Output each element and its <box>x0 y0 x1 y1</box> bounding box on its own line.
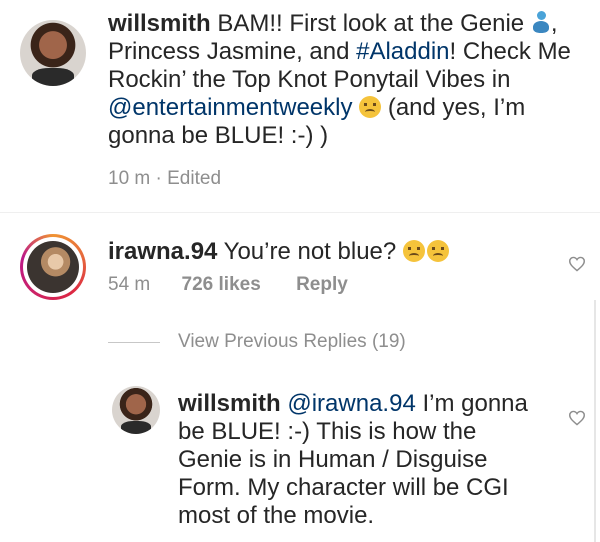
post-caption: willsmith BAM!! First look at the Genie … <box>108 10 578 150</box>
hashtag-link[interactable]: #Aladdin <box>356 38 449 65</box>
comment-avatar[interactable] <box>20 234 86 300</box>
divider <box>0 212 600 213</box>
caption-text-1: BAM!! First look at the Genie <box>217 10 525 37</box>
genie-emoji-icon <box>531 11 551 35</box>
comment-text: irawna.94 You’re not blue? <box>108 238 548 266</box>
comment-reply-button[interactable]: Reply <box>296 274 348 295</box>
reply-username[interactable]: willsmith <box>178 390 281 417</box>
reply-text: willsmith @irawna.94 I’m gonna be BLUE! … <box>178 390 528 530</box>
comment-likes[interactable]: 726 likes <box>182 274 261 295</box>
post-meta: 10 m · Edited <box>108 168 221 190</box>
replies-divider-line <box>108 342 160 343</box>
avatar[interactable] <box>20 20 86 86</box>
comment-username[interactable]: irawna.94 <box>108 238 217 265</box>
comment-time: 54 m <box>108 274 151 295</box>
post-time: 10 m <box>108 168 151 189</box>
heart-outline-icon[interactable] <box>568 410 586 426</box>
grinning-squinting-emoji-icon <box>359 96 382 118</box>
mention-link[interactable]: @entertainmentweekly <box>108 94 352 121</box>
heart-outline-icon[interactable] <box>568 256 586 272</box>
post-edited: · Edited <box>155 168 222 189</box>
comment-meta: 54 m 726 likes Reply <box>108 274 348 296</box>
view-previous-replies-link[interactable]: View Previous Replies (19) <box>178 331 406 353</box>
post-username[interactable]: willsmith <box>108 10 211 37</box>
reply-avatar[interactable] <box>112 386 160 434</box>
reply-mention-link[interactable]: @irawna.94 <box>287 390 415 417</box>
scrollbar[interactable] <box>594 300 596 542</box>
worried-face-emoji-icon <box>426 240 449 262</box>
worried-face-emoji-icon <box>402 240 425 262</box>
comment-body: You’re not blue? <box>223 238 397 265</box>
